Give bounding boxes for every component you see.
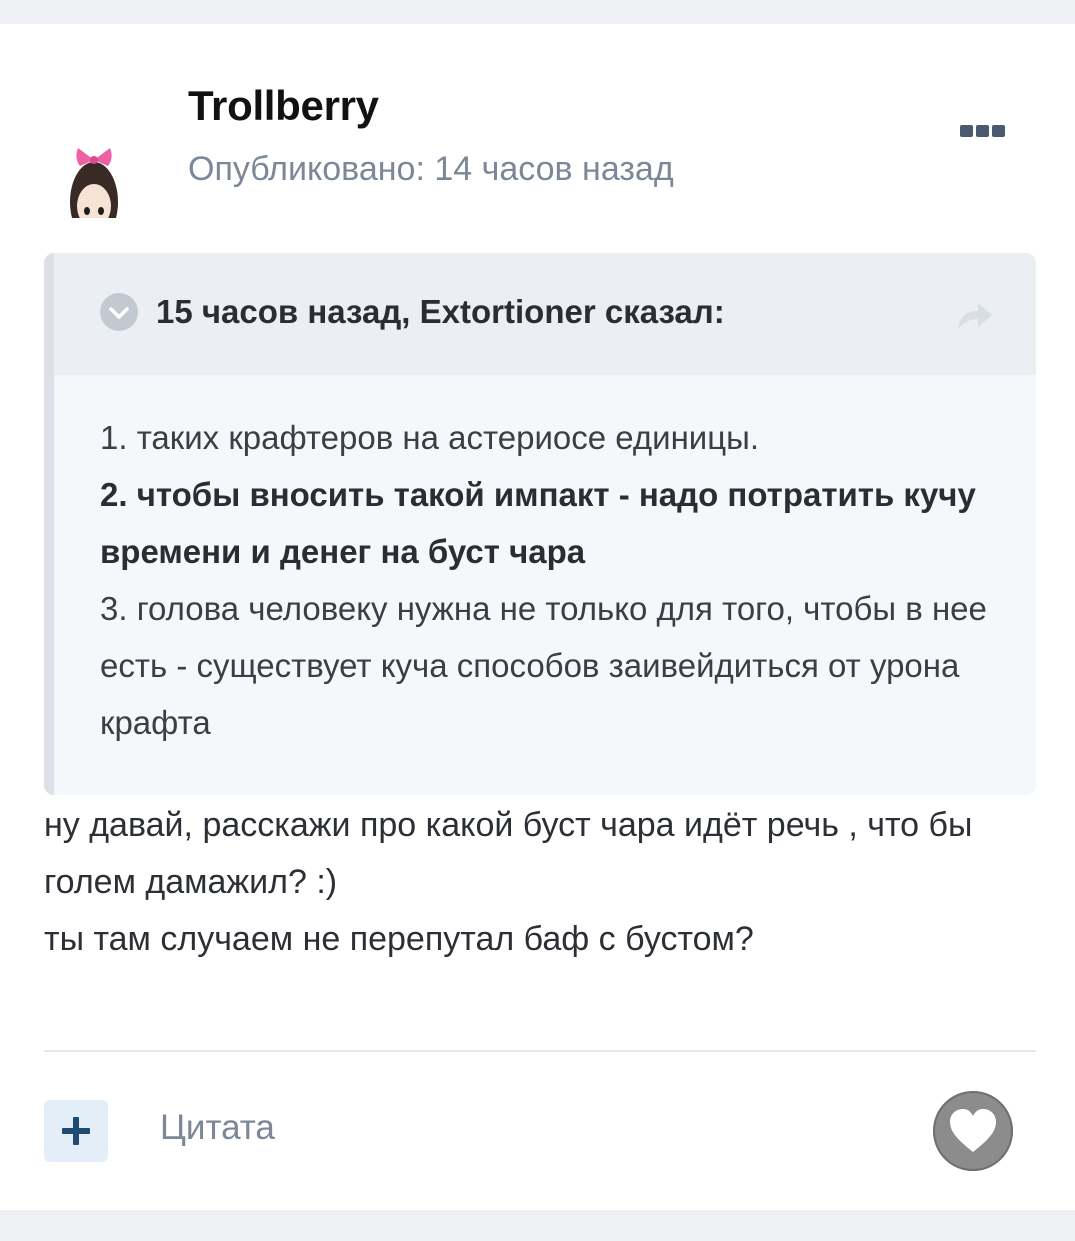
quote-line-2: 2. чтобы вносить такой импакт - надо пот… xyxy=(100,476,976,570)
multiquote-button[interactable] xyxy=(44,1100,108,1162)
share-icon[interactable] xyxy=(954,297,996,333)
quote-text: 1. таких крафтеров на астериосе единицы.… xyxy=(100,409,1000,751)
reply-line-2: ты там случаем не перепутал баф с бустом… xyxy=(44,920,754,958)
post-content: ну давай, расскажи про какой буст чара и… xyxy=(44,797,1044,968)
more-dots-icon[interactable] xyxy=(952,120,1012,144)
quote-citation: 15 часов назад, Extortioner сказал: xyxy=(156,293,725,330)
published-time: Опубликовано: 14 часов назад xyxy=(188,150,674,188)
reply-line-1: ну давай, расскажи про какой буст чара и… xyxy=(44,806,973,901)
chevron-down-icon[interactable] xyxy=(100,293,138,331)
post-card: Trollberry Опубликовано: 14 часов назад … xyxy=(0,24,1075,1210)
heart-icon xyxy=(950,1109,996,1152)
plus-icon xyxy=(62,1117,90,1145)
avatar[interactable] xyxy=(64,120,158,218)
quote-button[interactable]: Цитата xyxy=(160,1108,275,1148)
quote-line-3: 3. голова человеку нужна не только для т… xyxy=(100,590,987,741)
quote-block: 15 часов назад, Extortioner сказал: 1. т… xyxy=(44,253,1036,795)
quote-line-1: 1. таких крафтеров на астериосе единицы. xyxy=(100,419,760,456)
quote-header: 15 часов назад, Extortioner сказал: xyxy=(54,253,1036,375)
quote-border xyxy=(44,253,54,795)
like-button[interactable] xyxy=(933,1091,1013,1171)
divider xyxy=(44,1050,1036,1052)
author-name[interactable]: Trollberry xyxy=(188,82,379,130)
